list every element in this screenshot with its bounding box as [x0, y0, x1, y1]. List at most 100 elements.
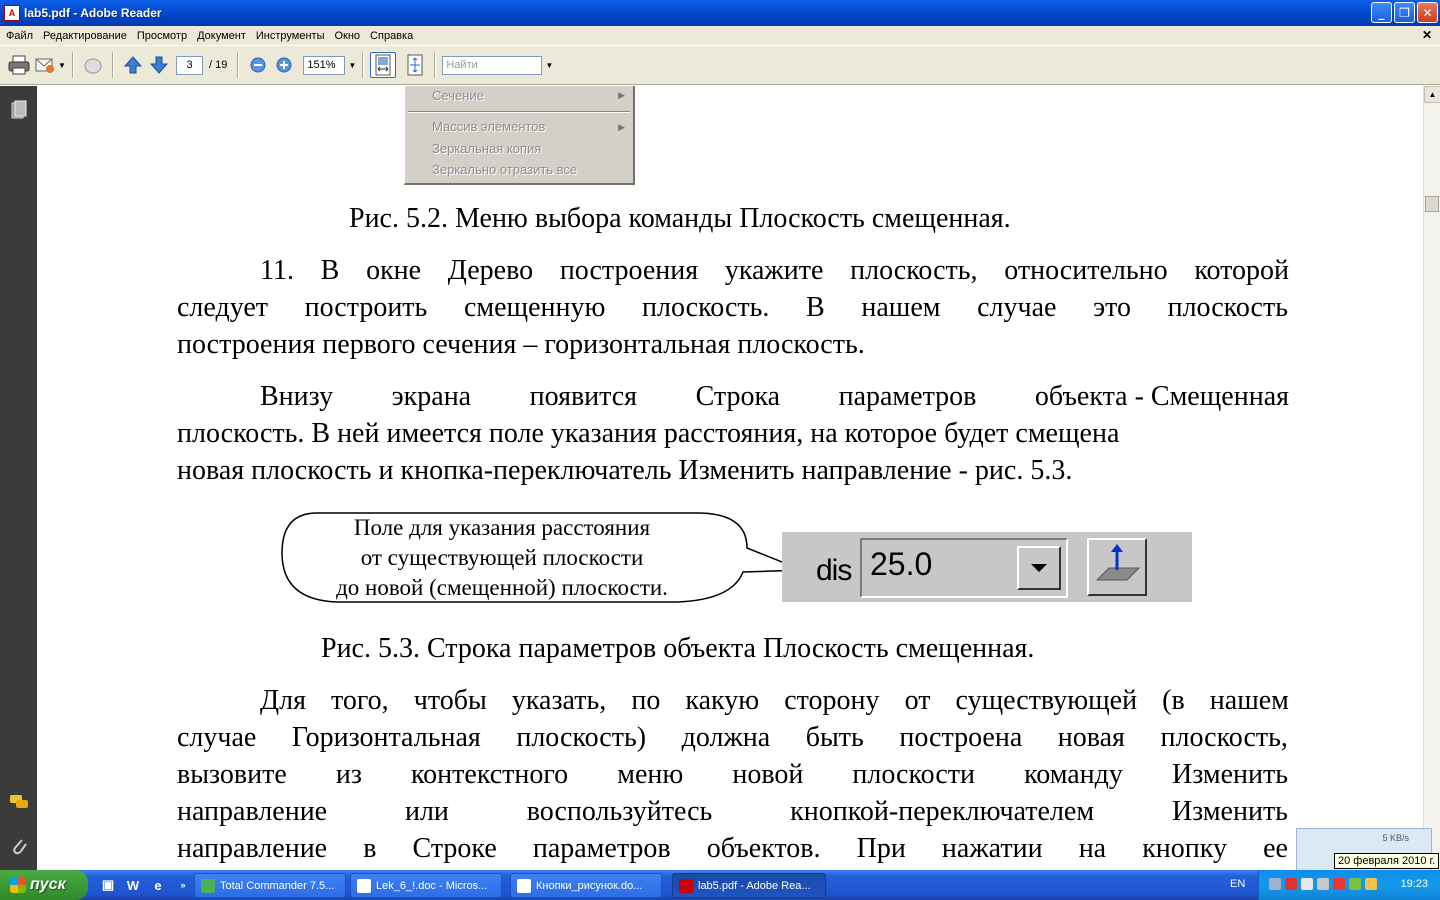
zoom-in-icon: [276, 57, 292, 73]
speaker-icon[interactable]: [1317, 878, 1329, 890]
system-tray: 19:23: [1258, 870, 1440, 900]
taskbar: пуск ▣ W e » Total Commander 7.5... Lek_…: [0, 870, 1440, 900]
paragraph-line: следует построить смещенную плоскость. Внаше…: [177, 292, 1288, 323]
submenu-arrow-icon: ▶: [618, 122, 625, 132]
start-label: пуск: [30, 876, 66, 893]
clock[interactable]: 19:23: [1400, 878, 1428, 890]
title-bar: A lab5.pdf - Adobe Reader _ ❐ ✕: [0, 0, 1440, 26]
chevron-down-icon: [1017, 546, 1061, 590]
network-speed: 5 KB/s: [1382, 833, 1409, 843]
paragraph-line: 11. Вокне Дерево построения укажите плоскость…: [260, 255, 1289, 286]
paragraph-line: Для того, чтобы указать, по какую сторону от сущ…: [260, 685, 1289, 716]
word-document-icon: [517, 878, 531, 893]
paragraph-line: вызовите из контекстного меню новой плоскости…: [177, 759, 1288, 790]
adobe-reader-icon: [679, 878, 693, 893]
fit-page-button[interactable]: [402, 52, 428, 78]
pages-icon[interactable]: [9, 100, 29, 120]
network-icon[interactable]: [1269, 878, 1281, 890]
arrow-down-icon: [149, 56, 169, 74]
date-tooltip: 20 февраля 2010 г.: [1334, 853, 1440, 869]
callout-text: Поле для указания расстояния: [353, 515, 651, 540]
printer-tray-icon[interactable]: [1301, 878, 1313, 890]
scroll-up-icon[interactable]: ▲: [1424, 86, 1440, 103]
share-dropdown-icon[interactable]: ▼: [58, 61, 66, 70]
taskbar-item-adobe-reader[interactable]: lab5.pdf - Adobe Rea...: [672, 873, 826, 898]
hand-tool-button[interactable]: [80, 52, 106, 78]
paragraph-line: направление в Строке параметров объектов. При…: [177, 833, 1288, 864]
fit-page-icon: [407, 54, 423, 76]
page-total: / 19: [209, 59, 228, 71]
callout-text: от существующей плоскости: [360, 545, 644, 570]
paragraph-line: новая плоскость и кнопка-переключатель И…: [177, 455, 1073, 486]
power-icon[interactable]: [1365, 878, 1377, 890]
internet-explorer-icon[interactable]: e: [148, 875, 168, 895]
search-input[interactable]: Найти: [442, 55, 543, 75]
zoom-in-button[interactable]: [271, 52, 297, 78]
submenu-arrow-icon: ▶: [618, 90, 625, 100]
toolbar: ▼ 3 / 19 151% ▼ Найти ▼: [0, 45, 1440, 85]
close-button[interactable]: ✕: [1417, 2, 1438, 23]
minimize-button[interactable]: _: [1371, 2, 1392, 23]
scrollbar-thumb[interactable]: [1425, 196, 1439, 212]
callout-text: до новой (смещенной) плоскости.: [336, 575, 668, 600]
taskbar-item-total-commander[interactable]: Total Commander 7.5...: [194, 873, 346, 898]
taskbar-item-word-lek[interactable]: Lek_6_!.doc - Micros...: [350, 873, 502, 898]
menu-figure-item: Зеркально отразить все: [432, 162, 578, 177]
document-view[interactable]: Сечение ▶ Массив элементов ▶ Зеркальная …: [37, 86, 1423, 870]
fit-width-icon: [375, 54, 391, 76]
quicklaunch-expand-icon[interactable]: »: [173, 875, 193, 895]
print-button[interactable]: [6, 52, 32, 78]
zoom-out-button[interactable]: [245, 52, 271, 78]
word-icon[interactable]: W: [123, 875, 143, 895]
fit-width-button[interactable]: [370, 52, 397, 78]
comments-icon[interactable]: [9, 792, 29, 812]
arrow-up-icon: [123, 56, 143, 74]
alert-icon[interactable]: [1333, 878, 1345, 890]
zoom-input[interactable]: 151%: [303, 55, 346, 75]
maximize-button[interactable]: ❐: [1394, 2, 1415, 23]
distance-value: 25.0: [870, 546, 933, 582]
paragraph-line: направление или воспользуйтесь кнопкой-пере…: [177, 796, 1288, 827]
paragraph-line: Внизу экрана появится Строка параметров объек…: [260, 381, 1289, 412]
figure-caption: Рис. 5.2. Меню выбора команды Плоскость …: [349, 203, 1011, 234]
parameter-bar-image: dis 25.0: [782, 532, 1192, 602]
menu-file[interactable]: Файл: [2, 30, 39, 42]
distance-field: 25.0: [860, 538, 1068, 598]
printer-icon: [8, 55, 30, 75]
menu-window[interactable]: Окно: [330, 30, 366, 42]
attachments-icon[interactable]: [9, 836, 29, 856]
taskbar-item-word-buttons[interactable]: Кнопки_рисунок.do...: [510, 873, 662, 898]
desktop-icon[interactable]: ▣: [98, 875, 118, 895]
menu-figure-image: Сечение ▶ Массив элементов ▶ Зеркальная …: [404, 86, 635, 185]
previous-page-button[interactable]: [120, 52, 146, 78]
antivirus-icon[interactable]: [1285, 878, 1297, 890]
menu-tools[interactable]: Инструменты: [252, 30, 331, 42]
share-button[interactable]: [32, 52, 58, 78]
next-page-button[interactable]: [146, 52, 172, 78]
distance-label: dis: [816, 554, 852, 587]
paragraph-line: плоскость. В ней имеется поле указания р…: [177, 418, 1120, 449]
adobe-reader-icon: A: [4, 5, 20, 21]
figure-caption: Рис. 5.3. Строка параметров объекта Плос…: [321, 633, 1035, 664]
search-dropdown-icon[interactable]: ▼: [545, 61, 553, 70]
document-close-icon[interactable]: ✕: [1422, 28, 1432, 42]
total-commander-icon: [201, 878, 215, 893]
page-number-input[interactable]: 3: [176, 55, 203, 75]
menu-edit[interactable]: Редактирование: [39, 30, 133, 42]
change-direction-icon: [1087, 538, 1147, 596]
menu-view[interactable]: Просмотр: [133, 30, 193, 42]
language-indicator[interactable]: EN: [1230, 878, 1245, 890]
nvidia-icon[interactable]: [1349, 878, 1361, 890]
zoom-dropdown-icon[interactable]: ▼: [348, 61, 356, 70]
menu-document[interactable]: Документ: [193, 30, 252, 42]
navigation-pane: [0, 86, 37, 870]
windows-logo-icon: [10, 877, 26, 893]
start-button[interactable]: пуск: [0, 870, 88, 900]
vertical-scrollbar[interactable]: ▲: [1423, 86, 1440, 870]
menu-figure-item: Зеркальная копия: [432, 141, 542, 156]
paragraph-line: случае Горизонтальная плоскость) должна быть…: [177, 722, 1288, 753]
zoom-out-icon: [250, 57, 266, 73]
menu-bar: Файл Редактирование Просмотр Документ Ин…: [0, 26, 1440, 45]
envelope-icon: [35, 58, 54, 73]
menu-help[interactable]: Справка: [366, 30, 419, 42]
